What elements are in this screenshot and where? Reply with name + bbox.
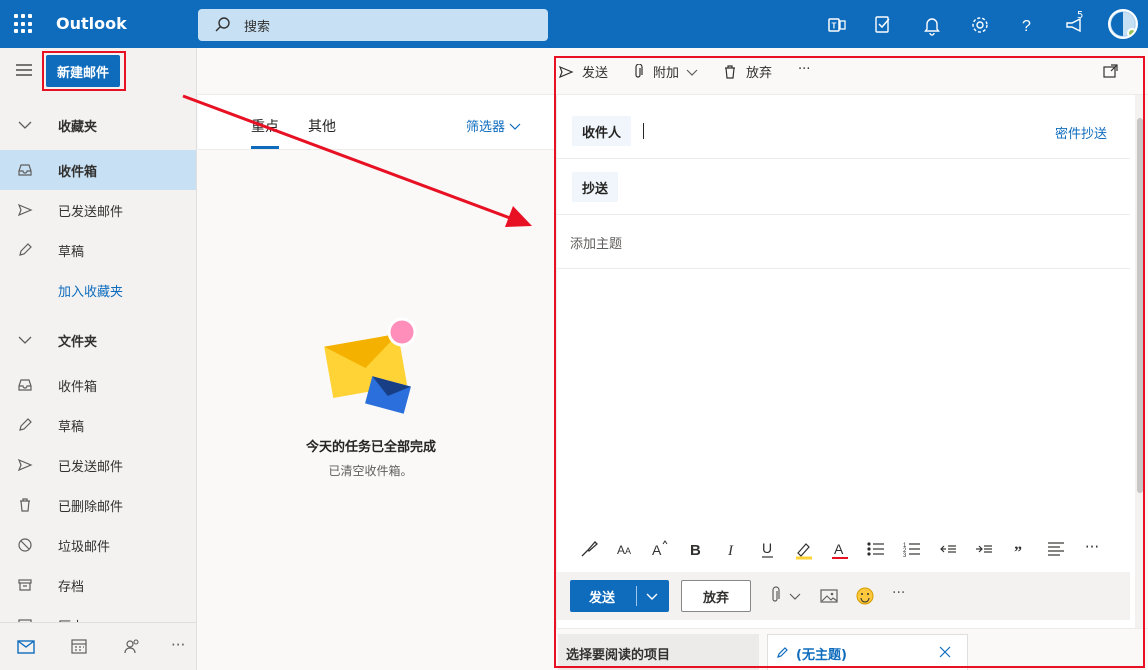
- highlight-box-new-mail: [42, 51, 126, 91]
- trash-icon: [20, 498, 30, 512]
- filter-button[interactable]: 筛选器: [466, 116, 521, 135]
- hamburger-icon[interactable]: [14, 63, 34, 77]
- app-brand[interactable]: Outlook: [56, 14, 127, 33]
- teams-icon[interactable]: T: [826, 14, 848, 36]
- help-icon[interactable]: ?: [1016, 14, 1038, 36]
- app-launcher-icon[interactable]: [14, 14, 34, 34]
- svg-text:?: ?: [1022, 18, 1031, 35]
- tab-focused[interactable]: 重点: [251, 116, 279, 136]
- add-favorite-link[interactable]: 加入收藏夹: [0, 270, 196, 310]
- mail-icon[interactable]: [17, 639, 35, 655]
- empty-inbox-illustration: [324, 317, 417, 414]
- module-switcher: ···: [0, 622, 196, 670]
- gear-icon[interactable]: [969, 14, 991, 36]
- notification-badge: 5: [1077, 10, 1084, 21]
- empty-state-subtitle: 已清空收件箱。: [328, 464, 413, 478]
- sidebar-item-folder-history[interactable]: 历史: [0, 605, 196, 622]
- send-icon: [17, 203, 33, 217]
- chevron-down-icon: [18, 121, 32, 129]
- tab-other[interactable]: 其他: [308, 116, 336, 136]
- bell-icon[interactable]: [921, 14, 943, 36]
- sidebar-item-inbox[interactable]: 收件箱: [0, 150, 196, 190]
- sidebar-item-folder-archive[interactable]: 存档: [0, 565, 196, 605]
- inbox-icon: [18, 164, 32, 176]
- highlight-box-compose: [554, 56, 1145, 668]
- todo-icon[interactable]: [873, 14, 895, 36]
- sidebar-item-folder-drafts[interactable]: 草稿: [0, 405, 196, 445]
- sidebar-item-folder-junk[interactable]: 垃圾邮件: [0, 525, 196, 565]
- favorites-header[interactable]: 收藏夹: [0, 105, 196, 145]
- empty-state-title: 今天的任务已全部完成: [305, 440, 436, 455]
- inbox-icon: [18, 379, 32, 391]
- search-box[interactable]: 搜索: [198, 9, 548, 41]
- block-icon: [18, 538, 32, 552]
- more-apps-icon[interactable]: ···: [171, 636, 185, 654]
- calendar-icon[interactable]: [70, 637, 88, 655]
- people-icon[interactable]: [123, 637, 141, 655]
- sidebar-item-folder-inbox[interactable]: 收件箱: [0, 365, 196, 405]
- avatar[interactable]: [1108, 9, 1138, 39]
- sidebar-item-folder-deleted[interactable]: 已删除邮件: [0, 485, 196, 525]
- svg-text:T: T: [832, 22, 837, 31]
- send-icon: [17, 458, 33, 472]
- presence-indicator: [1127, 28, 1136, 37]
- sidebar-item-drafts[interactable]: 草稿: [0, 230, 196, 270]
- search-icon: [215, 17, 230, 32]
- chevron-down-icon: [509, 123, 521, 130]
- tab-focused-indicator: [251, 146, 279, 149]
- archive-icon: [18, 579, 32, 591]
- sidebar-item-sent[interactable]: 已发送邮件: [0, 190, 196, 230]
- sidebar-item-folder-sent[interactable]: 已发送邮件: [0, 445, 196, 485]
- pencil-icon: [19, 243, 32, 256]
- pencil-icon: [19, 418, 32, 431]
- search-placeholder: 搜索: [244, 20, 271, 35]
- folders-header[interactable]: 文件夹: [0, 320, 196, 360]
- chevron-down-icon: [18, 336, 32, 344]
